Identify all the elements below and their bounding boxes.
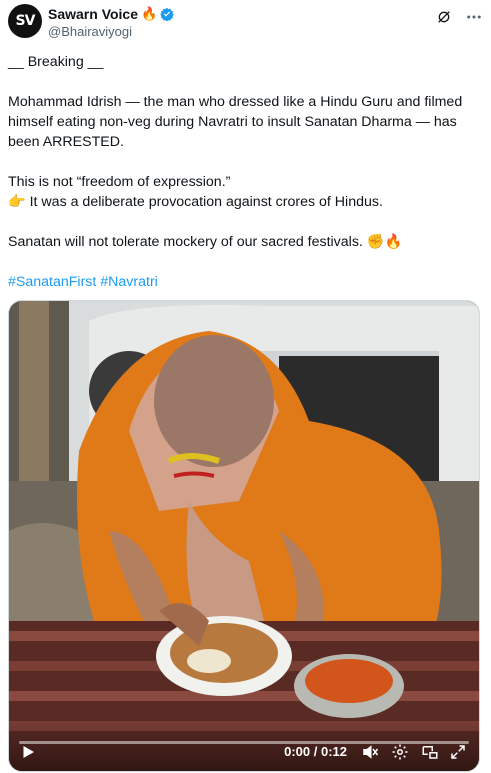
post-line-expression: This is not “freedom of expression.” xyxy=(8,174,231,190)
author-name-row[interactable]: Sawarn Voice 🔥 xyxy=(48,6,174,22)
post-line-festivals: Sanatan will not tolerate mockery of our… xyxy=(8,234,403,250)
post-line-breaking: __ Breaking __ xyxy=(8,54,104,70)
video-player[interactable]: 0:00 / 0:12 xyxy=(8,300,480,772)
fullscreen-icon[interactable] xyxy=(449,743,467,761)
verified-badge-icon xyxy=(160,7,174,21)
more-icon[interactable] xyxy=(465,8,483,26)
name-emoji: 🔥 xyxy=(141,6,158,21)
grok-icon[interactable] xyxy=(435,8,453,26)
post-text: __ Breaking __ Mohammad Idrish — the man… xyxy=(8,52,483,292)
post-hashtags[interactable]: #SanatanFirst #Navratri xyxy=(8,272,483,292)
post-line-arrest: Mohammad Idrish — the man who dressed li… xyxy=(8,94,463,150)
picture-in-picture-icon[interactable] xyxy=(421,743,439,761)
post-line-provocation: 👉 It was a deliberate provocation agains… xyxy=(8,194,383,210)
settings-icon[interactable] xyxy=(391,743,409,761)
display-name[interactable]: Sawarn Voice xyxy=(48,6,138,22)
video-controls: 0:00 / 0:12 xyxy=(9,719,479,771)
video-time: 0:00 / 0:12 xyxy=(284,744,347,759)
play-icon[interactable] xyxy=(19,743,37,761)
video-frame xyxy=(9,301,479,771)
avatar[interactable]: SV xyxy=(8,4,42,38)
post-header: SV Sawarn Voice 🔥 @Bhairaviyogi xyxy=(8,4,483,44)
author-handle[interactable]: @Bhairaviyogi xyxy=(48,24,132,39)
header-actions xyxy=(435,8,483,26)
volume-icon[interactable] xyxy=(361,743,379,761)
